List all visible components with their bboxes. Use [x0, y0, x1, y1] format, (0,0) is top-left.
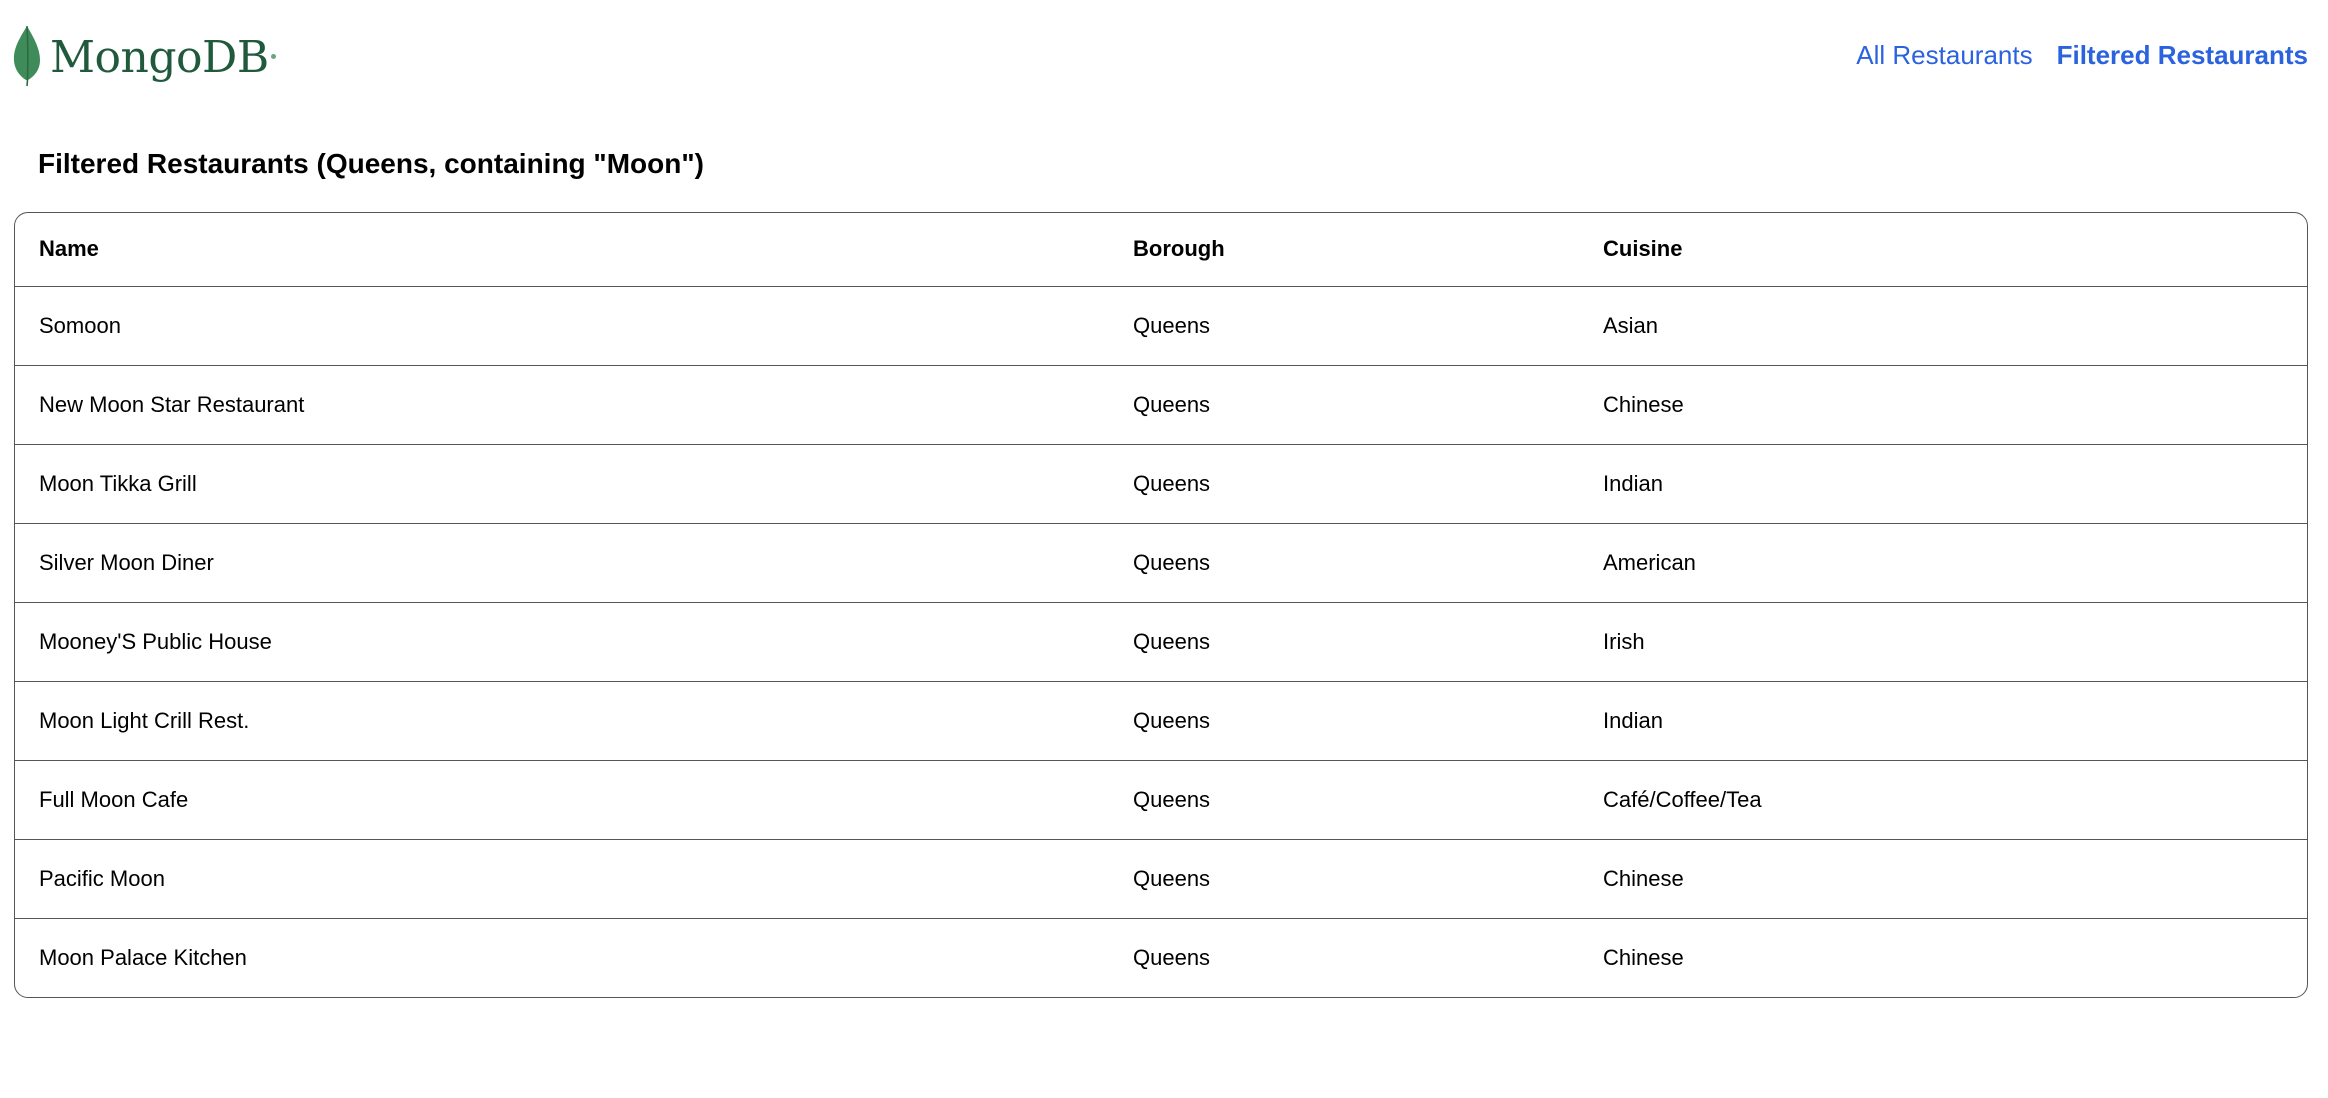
table-row: Silver Moon Diner Queens American [15, 523, 2307, 602]
table-header-row: Name Borough Cuisine [15, 213, 2307, 286]
table-row: Somoon Queens Asian [15, 286, 2307, 365]
column-header-name: Name [39, 236, 99, 262]
cell-name: Mooney'S Public House [39, 628, 272, 654]
column-header-borough: Borough [1133, 236, 1225, 262]
table-row: Mooney'S Public House Queens Irish [15, 602, 2307, 681]
cell-name: Moon Tikka Grill [39, 470, 197, 496]
table-row: Moon Tikka Grill Queens Indian [15, 444, 2307, 523]
cell-borough: Queens [1133, 628, 1211, 654]
cell-cuisine: Chinese [1603, 944, 1684, 970]
cell-cuisine: Irish [1603, 628, 1645, 654]
cell-cuisine: Chinese [1603, 391, 1684, 417]
cell-borough: Queens [1133, 707, 1211, 733]
nav-all-restaurants[interactable]: All Restaurants [1856, 40, 2032, 71]
cell-cuisine: Café/Coffee/Tea [1603, 786, 1762, 812]
page-title: Filtered Restaurants (Queens, containing… [38, 148, 704, 179]
table-row: Full Moon Cafe Queens Café/Coffee/Tea [15, 760, 2307, 839]
cell-borough: Queens [1133, 944, 1211, 970]
restaurants-table: Name Borough Cuisine Somoon Queens Asian… [15, 213, 2307, 997]
logo-text: MongoDB [50, 32, 269, 83]
table-row: New Moon Star Restaurant Queens Chinese [15, 365, 2307, 444]
cell-name: Somoon [39, 312, 121, 338]
cell-name: Moon Light Crill Rest. [39, 707, 250, 733]
cell-borough: Queens [1133, 470, 1211, 496]
mongodb-logo[interactable]: MongoDB [12, 24, 276, 88]
cell-cuisine: American [1603, 549, 1696, 575]
cell-name: Full Moon Cafe [39, 786, 189, 812]
cell-name: Silver Moon Diner [39, 549, 214, 575]
column-header-cuisine: Cuisine [1603, 236, 1683, 262]
cell-cuisine: Indian [1603, 707, 1663, 733]
logo-registered-dot [270, 53, 276, 59]
cell-borough: Queens [1133, 549, 1211, 575]
cell-name: Pacific Moon [39, 865, 165, 891]
cell-cuisine: Asian [1603, 312, 1659, 338]
table-row: Moon Palace Kitchen Queens Chinese [15, 918, 2307, 997]
top-nav: All Restaurants Filtered Restaurants [1856, 40, 2308, 71]
cell-borough: Queens [1133, 865, 1211, 891]
table-row: Pacific Moon Queens Chinese [15, 839, 2307, 918]
table-row: Moon Light Crill Rest. Queens Indian [15, 681, 2307, 760]
mongodb-leaf-icon [13, 25, 41, 87]
page: MongoDB All Restaurants Filtered Restaur… [0, 0, 2328, 1098]
restaurants-table-container: Name Borough Cuisine Somoon Queens Asian… [14, 212, 2308, 998]
cell-name: New Moon Star Restaurant [39, 391, 305, 417]
cell-borough: Queens [1133, 312, 1211, 338]
cell-borough: Queens [1133, 391, 1211, 417]
cell-borough: Queens [1133, 786, 1211, 812]
app-header: MongoDB All Restaurants Filtered Restaur… [0, 0, 2328, 112]
cell-cuisine: Chinese [1603, 865, 1684, 891]
cell-cuisine: Indian [1603, 470, 1663, 496]
cell-name: Moon Palace Kitchen [39, 944, 247, 970]
nav-filtered-restaurants[interactable]: Filtered Restaurants [2057, 40, 2308, 71]
